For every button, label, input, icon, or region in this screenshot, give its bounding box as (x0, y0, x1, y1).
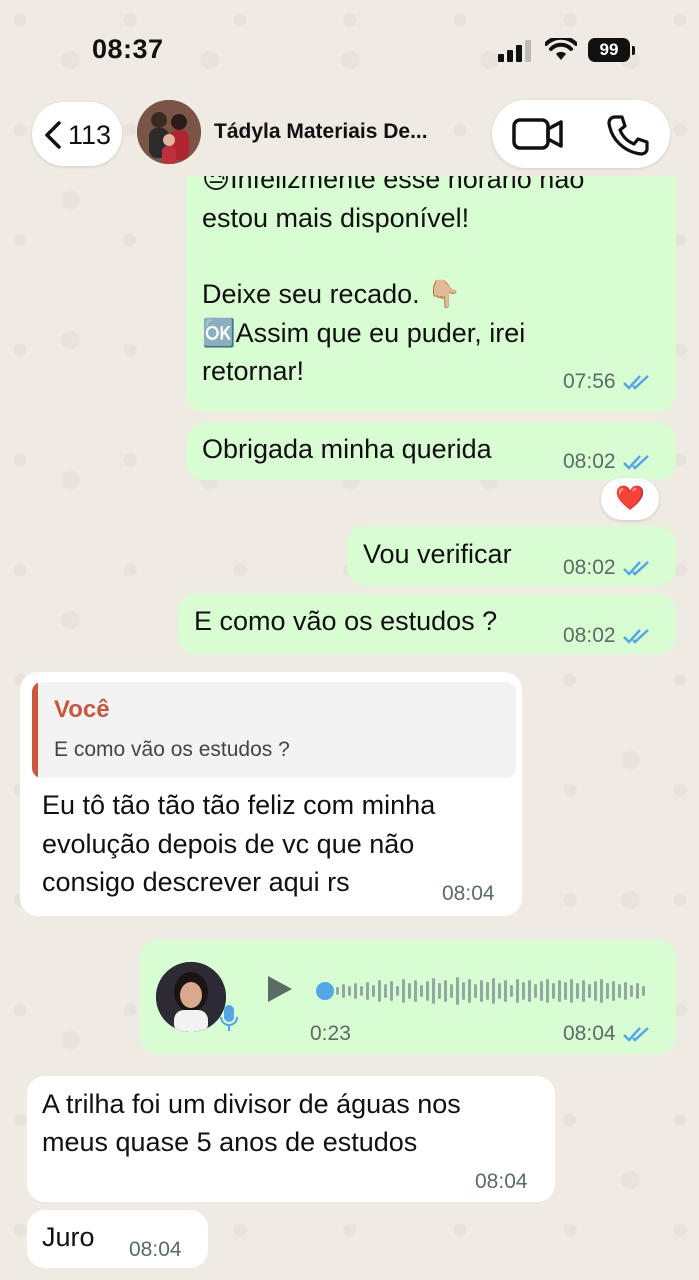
incoming-message[interactable]: Você E como vão os estudos ? Eu tô tão t… (20, 672, 522, 916)
contact-avatar[interactable] (137, 100, 201, 164)
message-line: meus quase 5 anos de estudos (42, 1127, 418, 1157)
message-line: evolução depois de vc que não (42, 829, 415, 859)
playhead-dot[interactable] (316, 982, 334, 1000)
quote-author: Você (54, 696, 110, 723)
message-time: 08:04 (129, 1238, 182, 1261)
battery-icon: 99 (588, 38, 630, 62)
sender-avatar (156, 962, 226, 1032)
signal-icon (498, 40, 534, 67)
status-time: 08:37 (92, 34, 164, 64)
message-line: consigo descrever aqui rs (42, 867, 350, 897)
message-line: estou mais disponível! (202, 203, 470, 233)
message-time: 08:04 (442, 882, 495, 905)
wifi-icon (544, 35, 578, 67)
quote-accent-bar (32, 682, 38, 778)
message-meta: 08:04 (563, 1022, 652, 1046)
outgoing-message[interactable]: Vou verificar 08:02 (347, 526, 676, 586)
voice-message[interactable]: 0:23 08:04 (140, 940, 676, 1054)
voice-duration: 0:23 (310, 1022, 351, 1045)
message-meta: 07:56 (563, 370, 652, 394)
outgoing-message[interactable]: E como vão os estudos ? 08:02 (178, 594, 676, 654)
incoming-message[interactable]: Juro 08:04 (27, 1210, 208, 1268)
video-call-icon[interactable] (512, 117, 564, 151)
message-meta: 08:04 (442, 882, 495, 906)
message-line: 😓Infelizmente esse horário não (202, 176, 585, 194)
message-meta: 08:02 (563, 450, 652, 474)
read-ticks-icon (622, 629, 649, 644)
message-line: Eu tô tão tão tão feliz com minha (42, 790, 436, 820)
play-icon[interactable] (266, 974, 294, 1004)
message-line: Deixe seu recado. 👇🏼 (202, 279, 461, 309)
message-time: 08:02 (563, 450, 616, 473)
quote-text: E como vão os estudos ? (54, 738, 290, 761)
outgoing-message[interactable]: Obrigada minha querida 08:02 (186, 422, 676, 480)
microphone-icon (220, 1005, 238, 1031)
chat-header: 113 Tádyla Materiais De... (0, 96, 699, 176)
chevron-left-icon (45, 121, 61, 149)
quoted-reply[interactable]: Você E como vão os estudos ? (32, 682, 516, 778)
unread-count: 113 (68, 120, 112, 150)
heart-reaction[interactable]: ❤️ (601, 478, 659, 520)
read-ticks-icon (622, 455, 649, 470)
message-line: A trilha foi um divisor de águas nos (42, 1089, 461, 1119)
message-time: 08:02 (563, 556, 616, 579)
message-meta: 08:04 (475, 1170, 528, 1194)
message-text: Obrigada minha querida (202, 434, 492, 464)
message-line: retornar! (202, 356, 305, 386)
outgoing-message[interactable]: 😓Infelizmente esse horário não estou mai… (186, 176, 676, 412)
battery-tip (632, 46, 635, 55)
message-time: 07:56 (563, 370, 616, 393)
read-ticks-icon (622, 1027, 649, 1042)
read-ticks-icon (622, 561, 649, 576)
message-time: 08:02 (563, 624, 616, 647)
incoming-message[interactable]: A trilha foi um divisor de águas nos meu… (27, 1076, 555, 1202)
phone-call-icon[interactable] (606, 114, 650, 156)
read-ticks-icon (622, 375, 649, 390)
message-line: 🆗Assim que eu puder, irei (202, 318, 526, 348)
status-bar: 08:37 99 (0, 0, 699, 96)
back-button[interactable]: 113 (32, 102, 122, 166)
message-time: 08:04 (475, 1170, 528, 1193)
message-list: 😓Infelizmente esse horário não estou mai… (0, 176, 699, 1280)
message-meta: 08:04 (129, 1238, 182, 1262)
call-actions (492, 100, 670, 168)
message-time: 08:04 (563, 1022, 616, 1045)
message-text: E como vão os estudos ? (194, 606, 498, 636)
message-text: Vou verificar (363, 539, 512, 569)
message-text: Juro (42, 1222, 95, 1252)
contact-name[interactable]: Tádyla Materiais De... (214, 120, 428, 144)
message-meta: 08:02 (563, 556, 652, 580)
message-meta: 08:02 (563, 624, 652, 648)
audio-waveform[interactable] (316, 974, 652, 1008)
